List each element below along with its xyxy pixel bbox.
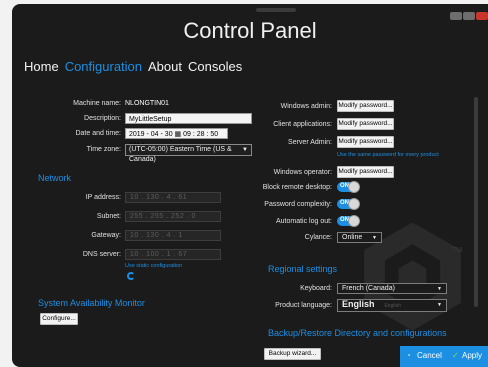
gateway-label: Gateway: — [91, 232, 121, 239]
dropdown-arrow-icon: ▼ — [437, 286, 442, 292]
toggle-knob — [348, 181, 360, 193]
control-panel-window: Control Panel Home Configuration About C… — [12, 4, 488, 367]
window-title: Control Panel — [183, 18, 317, 43]
keyboard-label: Keyboard: — [300, 285, 332, 292]
client-applications-label: Client applications: — [273, 121, 332, 128]
cancel-button[interactable]: Cancel — [417, 351, 442, 360]
toggle-knob — [348, 215, 360, 227]
product-language-sub: English — [384, 303, 401, 309]
main-nav: Home Configuration About Consoles — [24, 59, 248, 74]
datetime-label: Date and time: — [75, 130, 121, 137]
backup-header: Backup/Restore Directory and configurati… — [268, 328, 447, 338]
datetime-picker[interactable]: 2019 - 04 - 30 ▦ 09 : 28 : 50 AM ⏺ — [125, 128, 228, 149]
product-language-select[interactable]: English English ▼ — [337, 299, 447, 312]
modify-password-windows-admin-button[interactable]: Modify password... — [337, 100, 394, 112]
windows-operator-label: Windows operator: — [273, 169, 332, 176]
keyboard-select[interactable]: French (Canada) ▼ — [337, 283, 447, 294]
vertical-scrollbar[interactable] — [474, 97, 478, 307]
modify-password-windows-operator-button[interactable]: Modify password... — [337, 166, 394, 178]
password-complexity-label: Password complexity: — [264, 201, 332, 208]
regional-settings-header: Regional settings — [268, 264, 338, 274]
window-grip[interactable] — [256, 8, 296, 12]
backup-wizard-button[interactable]: Backup wizard... — [264, 348, 321, 360]
automatic-logout-toggle[interactable]: ON — [337, 215, 360, 227]
use-static-config-link[interactable]: Use static configuration — [125, 263, 182, 269]
configure-button[interactable]: Configure... — [40, 313, 78, 325]
cylance-label: Cylance: — [304, 234, 332, 241]
refresh-icon[interactable] — [127, 272, 135, 280]
ip-address-input[interactable]: 10 . 130 . 4 . 61 — [125, 192, 221, 203]
subnet-input[interactable]: 255 . 255 . 252 . 0 — [125, 211, 221, 222]
description-input[interactable]: MyLittleSetup — [125, 113, 252, 124]
network-header: Network — [38, 173, 72, 183]
machine-name-label: Machine name: — [73, 100, 121, 107]
trademark-mark: TM — [452, 247, 463, 254]
dropdown-arrow-icon: ▼ — [372, 235, 377, 241]
subnet-label: Subnet: — [96, 213, 121, 220]
modify-password-client-apps-button[interactable]: Modify password... — [337, 118, 394, 130]
modify-password-server-admin-button[interactable]: Modify password... — [337, 136, 394, 148]
keyboard-value: French (Canada) — [342, 285, 395, 292]
server-admin-label: Server Admin: — [288, 139, 332, 146]
nav-home[interactable]: Home — [24, 59, 59, 74]
product-language-label: Product language: — [275, 302, 332, 309]
cancel-icon: ◔ — [406, 351, 411, 360]
dropdown-arrow-icon: ▼ — [242, 147, 248, 153]
timezone-select[interactable]: (UTC-05:00) Eastern Time (US & Canada) ▼ — [125, 144, 252, 163]
availability-header: System Availability Monitor — [38, 298, 145, 308]
automatic-logout-label: Automatic log out: — [275, 218, 332, 225]
nav-consoles[interactable]: Consoles — [188, 59, 242, 74]
machine-name-value: NLONGTIN01 — [125, 100, 169, 107]
dns-server-label: DNS server: — [82, 251, 121, 258]
timezone-value: (UTC-05:00) Eastern Time (US & Canada) — [129, 146, 232, 163]
windows-admin-label: Windows admin: — [280, 103, 332, 110]
product-language-value: English — [342, 299, 375, 309]
dns-server-input[interactable]: 10 . 100 . 1 . 67 — [125, 249, 221, 260]
toggle-knob — [348, 198, 360, 210]
cylance-value: Online — [342, 234, 363, 241]
nav-configuration[interactable]: Configuration — [65, 59, 142, 74]
ip-address-label: IP address: — [85, 194, 121, 201]
timezone-label: Time zone: — [86, 146, 121, 153]
same-password-link[interactable]: Use the same password for every product — [337, 152, 439, 158]
footer-action-bar: ◔ Cancel ✓ Apply — [400, 346, 488, 367]
password-complexity-toggle[interactable]: ON — [337, 198, 360, 210]
gateway-input[interactable]: 10 . 130 . 4 . 1 — [125, 230, 221, 241]
description-label: Description: — [84, 115, 121, 122]
block-remote-desktop-label: Block remote desktop: — [262, 184, 332, 191]
block-remote-desktop-toggle[interactable]: ON — [337, 181, 360, 193]
apply-button[interactable]: Apply — [462, 351, 482, 360]
configuration-content: TM Machine name: NLONGTIN01 Description:… — [12, 77, 478, 367]
apply-check-icon: ✓ — [452, 351, 459, 360]
dropdown-arrow-icon: ▼ — [437, 302, 442, 308]
cylance-select[interactable]: Online ▼ — [337, 232, 382, 243]
nav-about[interactable]: About — [148, 59, 182, 74]
